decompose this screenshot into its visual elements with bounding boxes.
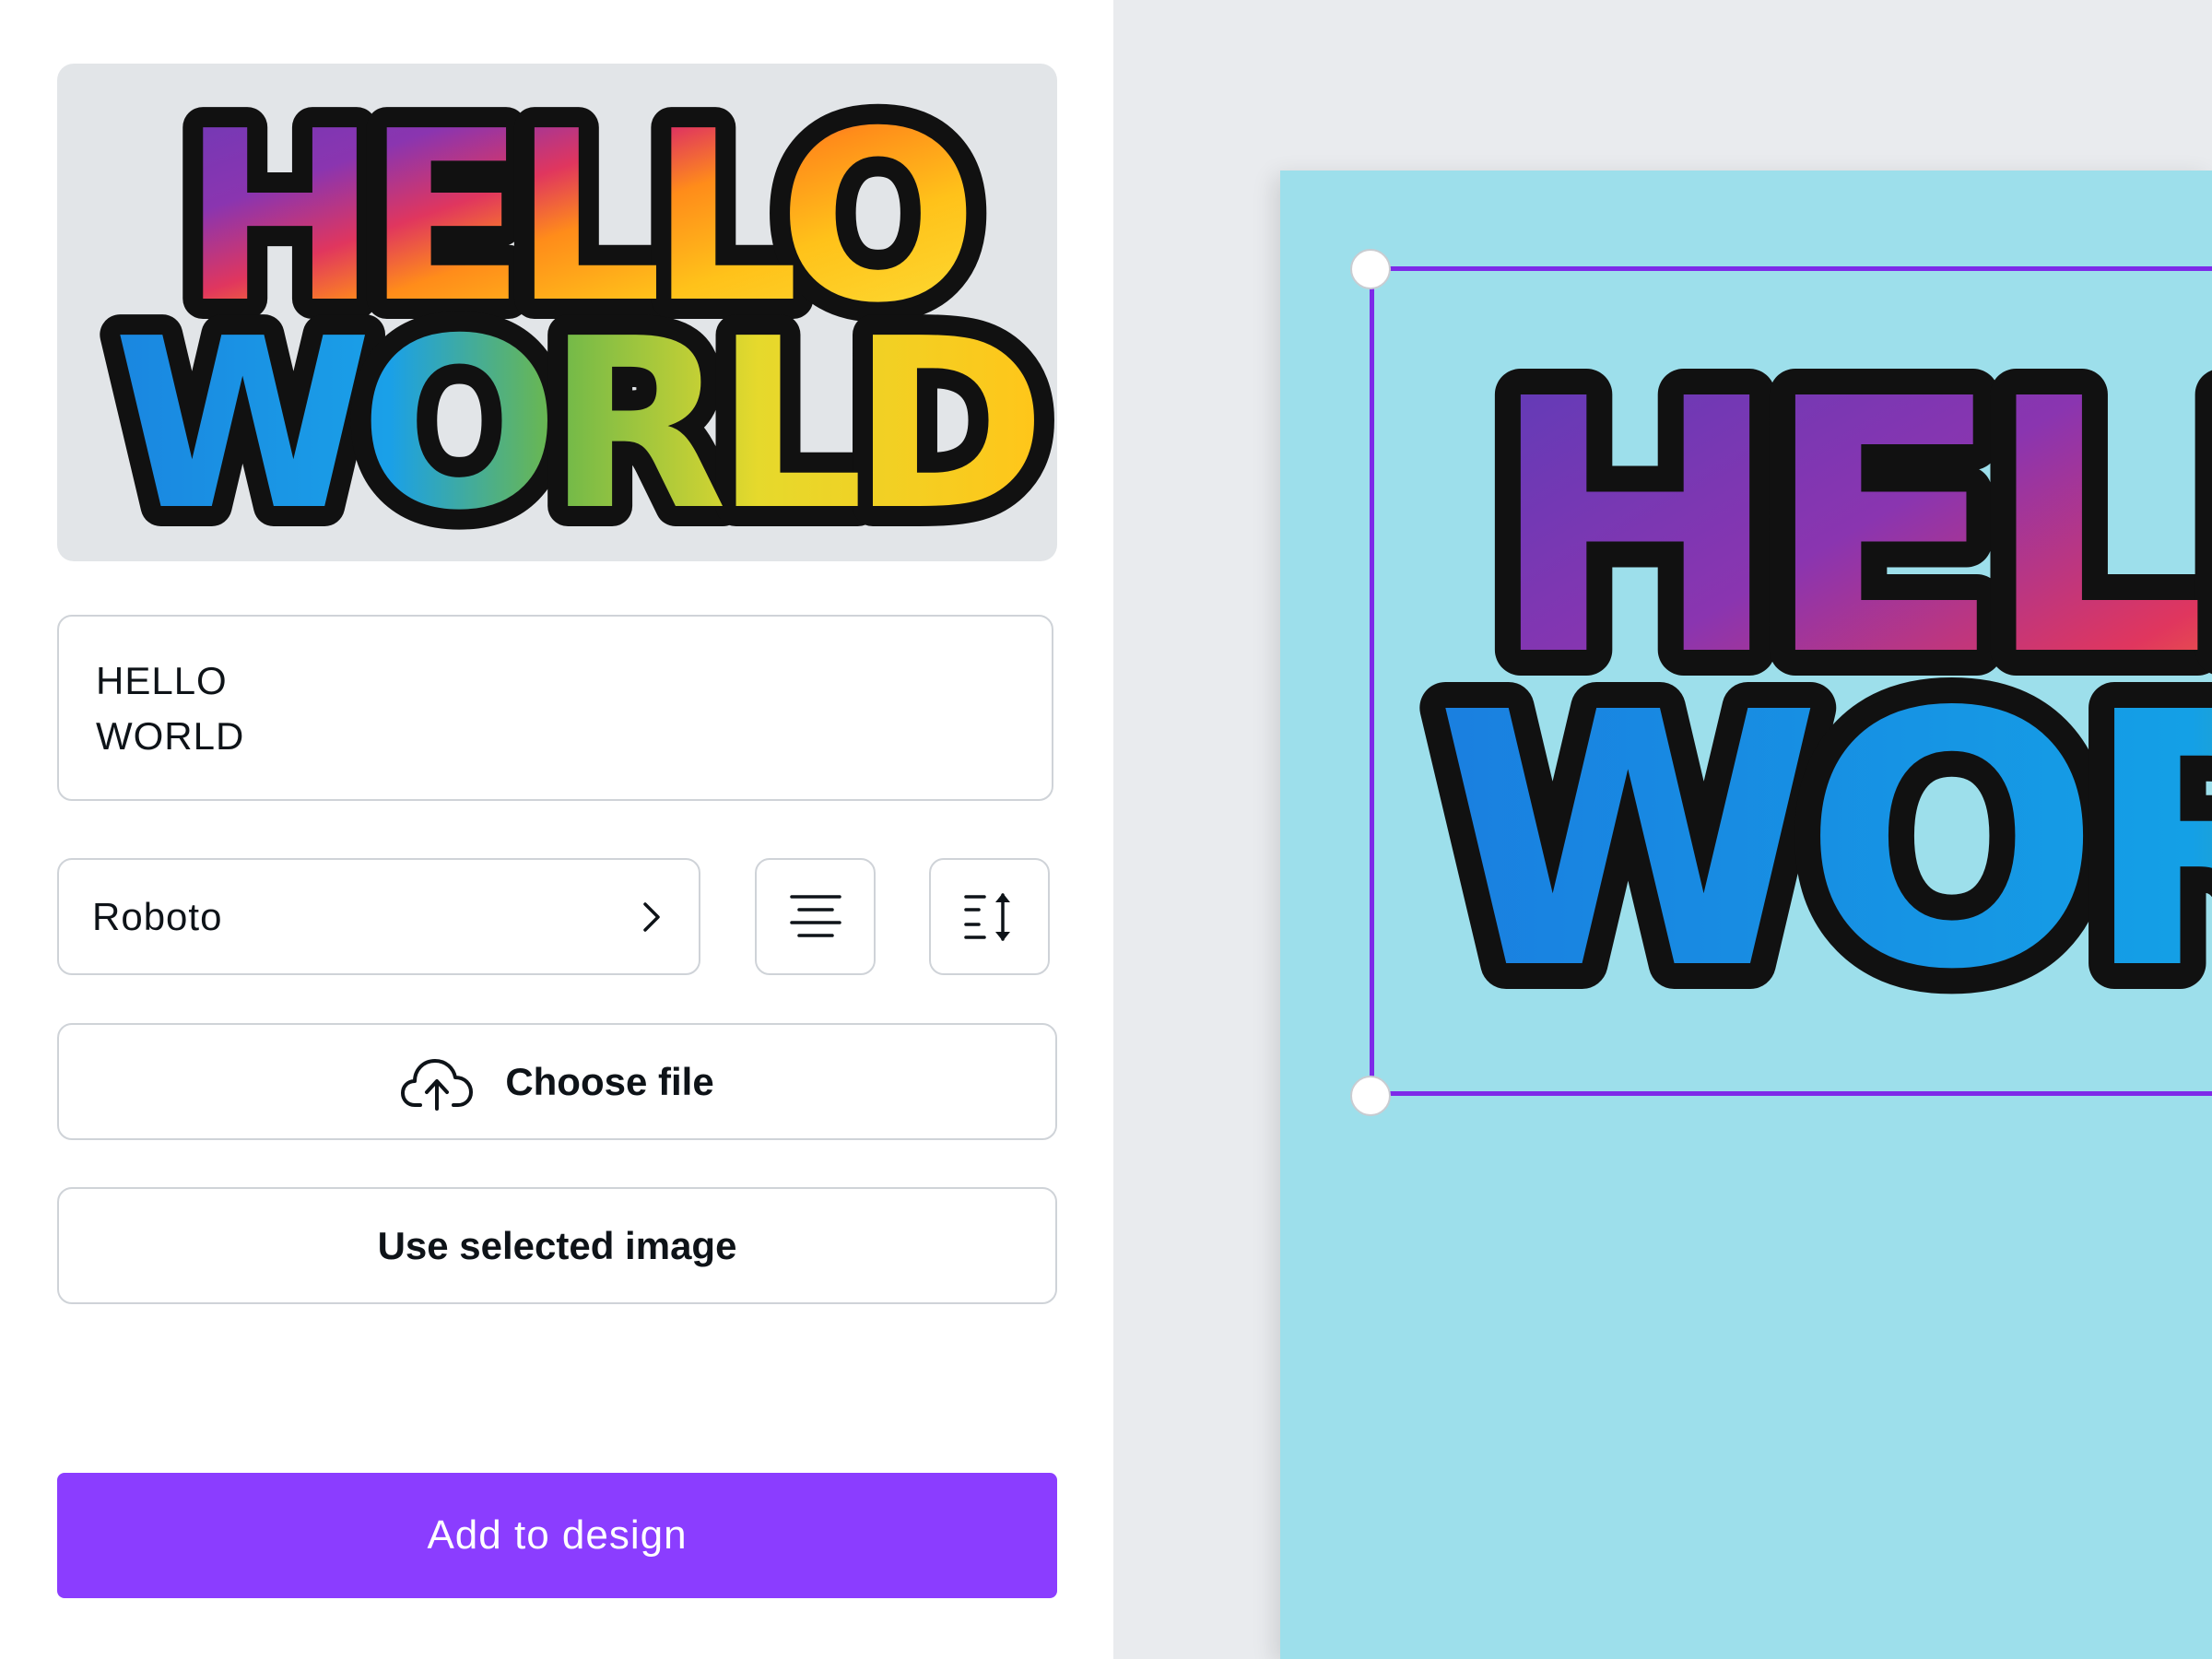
line-spacing-button[interactable] (929, 858, 1050, 975)
chevron-right-icon (643, 901, 660, 932)
text-preview: HELLO HELLO WORLD WORLD (57, 64, 1057, 561)
cloud-upload-icon (401, 1058, 474, 1111)
text-input[interactable]: HELLO WORLD (57, 615, 1053, 801)
use-selected-image-button[interactable]: Use selected image (57, 1187, 1057, 1304)
font-select-value: Roboto (92, 894, 223, 938)
choose-file-button[interactable]: Choose file (57, 1023, 1057, 1140)
add-to-design-button[interactable]: Add to design (57, 1473, 1057, 1598)
preview-line2: WORLD (113, 288, 1035, 561)
text-align-button[interactable] (755, 858, 876, 975)
choose-file-label: Choose file (505, 1059, 714, 1103)
resize-handle-bottom-left[interactable] (1350, 1076, 1391, 1116)
line-spacing-icon (963, 892, 1010, 941)
use-selected-image-label: Use selected image (377, 1223, 737, 1267)
font-select[interactable]: Roboto (57, 858, 700, 975)
selection-box[interactable] (1370, 266, 2212, 1096)
preview-wordart: HELLO HELLO WORLD WORLD (93, 64, 1057, 561)
app-side-panel: HELLO HELLO WORLD WORLD HELLO WORLD Robo… (0, 0, 1113, 1659)
align-center-icon (789, 894, 841, 937)
add-to-design-label: Add to design (427, 1512, 688, 1558)
resize-handle-top-left[interactable] (1350, 249, 1391, 289)
